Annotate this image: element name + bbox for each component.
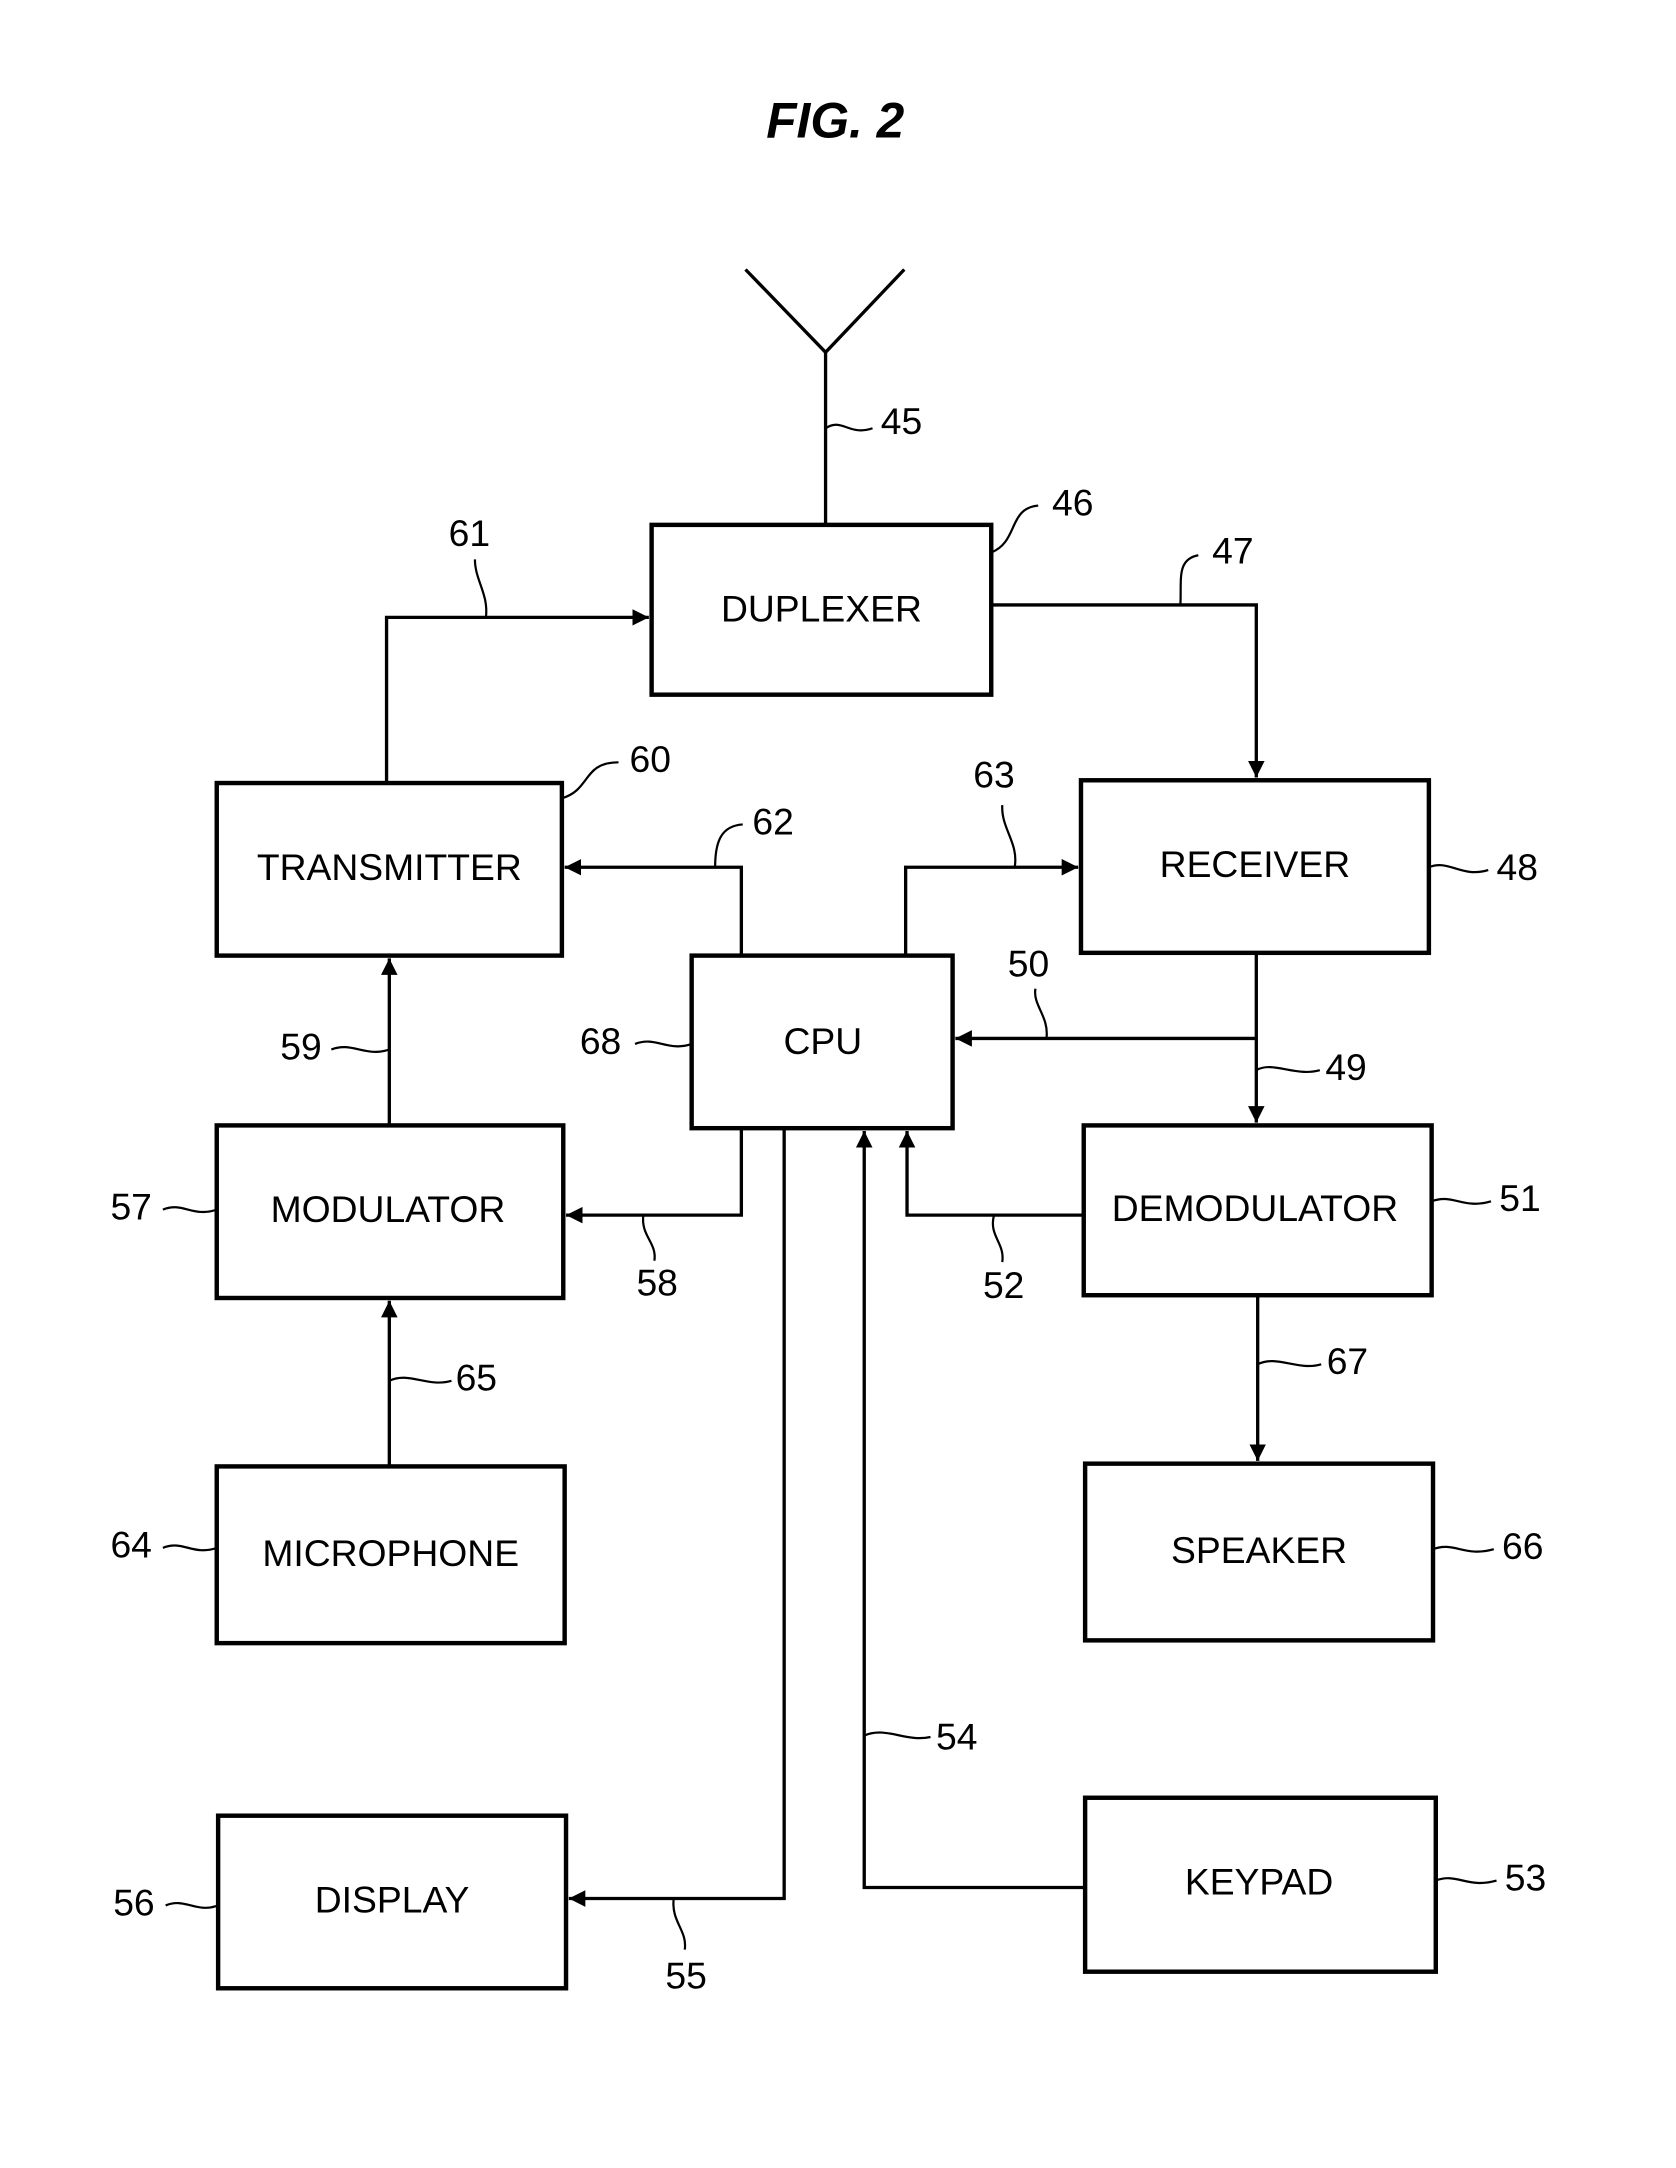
leader-45 bbox=[824, 423, 873, 432]
speaker-block: SPEAKER bbox=[1082, 1461, 1436, 1643]
microphone-label: MICROPHONE bbox=[262, 1532, 519, 1574]
ref-47: 47 bbox=[1212, 530, 1253, 572]
modulator-block: MODULATOR bbox=[214, 1123, 566, 1301]
leader-68 bbox=[634, 1040, 693, 1048]
ref-56: 56 bbox=[113, 1881, 154, 1923]
leader-53 bbox=[1435, 1877, 1497, 1885]
keypad-label: KEYPAD bbox=[1185, 1861, 1333, 1903]
ref-67: 67 bbox=[1327, 1340, 1368, 1382]
connection-62 bbox=[564, 858, 744, 956]
block-diagram: FIG. 2 45 DUPLEXER 46 TRANSMITTER 60 REC… bbox=[110, 93, 1546, 1997]
antenna-icon bbox=[744, 268, 906, 525]
leader-56 bbox=[165, 1901, 219, 1909]
ref-62: 62 bbox=[752, 800, 793, 842]
ref-68: 68 bbox=[580, 1020, 621, 1062]
cpu-label: CPU bbox=[783, 1020, 862, 1062]
ref-58: 58 bbox=[636, 1261, 677, 1303]
ref-57: 57 bbox=[110, 1185, 151, 1227]
ref-55: 55 bbox=[665, 1954, 706, 1996]
cpu-block: CPU bbox=[689, 953, 955, 1131]
ref-66: 66 bbox=[1502, 1525, 1543, 1567]
receiver-label: RECEIVER bbox=[1160, 843, 1351, 885]
leader-64 bbox=[162, 1544, 218, 1552]
connection-47 bbox=[991, 603, 1265, 778]
leader-55 bbox=[672, 1898, 687, 1950]
ref-53: 53 bbox=[1505, 1856, 1546, 1898]
connection-58 bbox=[566, 1128, 744, 1224]
duplexer-label: DUPLEXER bbox=[721, 588, 922, 630]
leader-62 bbox=[714, 823, 743, 868]
ref-46: 46 bbox=[1052, 481, 1093, 523]
ref-45: 45 bbox=[881, 400, 922, 442]
ref-59: 59 bbox=[280, 1025, 321, 1067]
speaker-label: SPEAKER bbox=[1171, 1529, 1347, 1571]
duplexer-block: DUPLEXER bbox=[649, 522, 994, 697]
leader-54 bbox=[863, 1731, 931, 1740]
ref-50: 50 bbox=[1008, 942, 1049, 984]
ref-52: 52 bbox=[983, 1264, 1024, 1306]
ref-48: 48 bbox=[1497, 846, 1538, 888]
leader-66 bbox=[1432, 1545, 1495, 1553]
connection-61 bbox=[384, 609, 649, 784]
ref-49: 49 bbox=[1325, 1046, 1366, 1088]
leader-58 bbox=[642, 1215, 656, 1261]
ref-64: 64 bbox=[110, 1524, 151, 1566]
transmitter-block: TRANSMITTER bbox=[214, 780, 565, 958]
display-block: DISPLAY bbox=[215, 1813, 569, 1991]
demodulator-label: DEMODULATOR bbox=[1112, 1187, 1398, 1229]
transmitter-label: TRANSMITTER bbox=[257, 846, 522, 888]
ref-54: 54 bbox=[936, 1716, 977, 1758]
display-label: DISPLAY bbox=[315, 1879, 470, 1921]
microphone-block: MICROPHONE bbox=[214, 1464, 567, 1646]
leader-61 bbox=[473, 559, 488, 618]
keypad-block: KEYPAD bbox=[1082, 1795, 1438, 1974]
leader-57 bbox=[162, 1206, 218, 1214]
connection-63 bbox=[903, 858, 1079, 956]
ref-61: 61 bbox=[449, 512, 490, 554]
connection-52 bbox=[898, 1130, 1084, 1217]
ref-65: 65 bbox=[456, 1357, 497, 1399]
leader-49 bbox=[1255, 1065, 1321, 1073]
connection-55 bbox=[568, 1128, 786, 1907]
leader-52 bbox=[991, 1214, 1004, 1263]
figure-title: FIG. 2 bbox=[766, 93, 904, 149]
leader-65 bbox=[388, 1376, 452, 1384]
leader-51 bbox=[1431, 1197, 1492, 1205]
ref-63: 63 bbox=[973, 753, 1014, 795]
ref-60: 60 bbox=[630, 738, 671, 780]
ref-51: 51 bbox=[1499, 1177, 1540, 1219]
leader-63 bbox=[1001, 805, 1017, 868]
leader-67 bbox=[1257, 1360, 1322, 1368]
leader-46 bbox=[990, 504, 1039, 554]
leader-48 bbox=[1428, 864, 1489, 874]
leader-47 bbox=[1179, 554, 1199, 606]
receiver-block: RECEIVER bbox=[1078, 778, 1432, 956]
demodulator-block: DEMODULATOR bbox=[1081, 1123, 1434, 1298]
modulator-label: MODULATOR bbox=[271, 1188, 506, 1230]
leader-50 bbox=[1034, 988, 1048, 1039]
leader-59 bbox=[330, 1045, 390, 1053]
connection-54 bbox=[855, 1130, 1086, 1890]
leader-60 bbox=[561, 761, 619, 800]
